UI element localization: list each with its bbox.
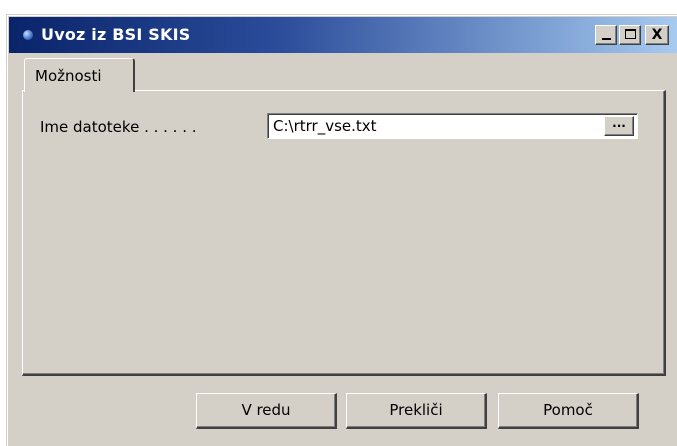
minimize-button[interactable] (595, 25, 617, 45)
close-button[interactable]: X (645, 25, 669, 45)
browse-button[interactable]: ... (604, 116, 634, 136)
close-icon: X (651, 27, 663, 43)
title-bar[interactable]: Uvoz iz BSI SKIS X (9, 17, 677, 53)
ok-button[interactable]: V redu (196, 393, 337, 429)
tab-label: Možnosti (35, 67, 102, 85)
window-title: Uvoz iz BSI SKIS (41, 25, 191, 44)
cancel-button[interactable]: Prekliči (346, 393, 487, 429)
help-button[interactable]: Pomoč (498, 393, 639, 429)
app-icon[interactable] (23, 30, 33, 40)
file-name-input[interactable]: C:\rtrr_vse.txt (267, 113, 638, 139)
file-name-label: Ime datoteke . . . . . . (40, 118, 197, 136)
file-name-value: C:\rtrr_vse.txt (273, 117, 377, 135)
tab-moznosti[interactable]: Možnosti (24, 58, 135, 92)
minimize-icon (602, 38, 611, 40)
maximize-button[interactable] (619, 25, 641, 45)
maximize-icon (625, 29, 636, 39)
